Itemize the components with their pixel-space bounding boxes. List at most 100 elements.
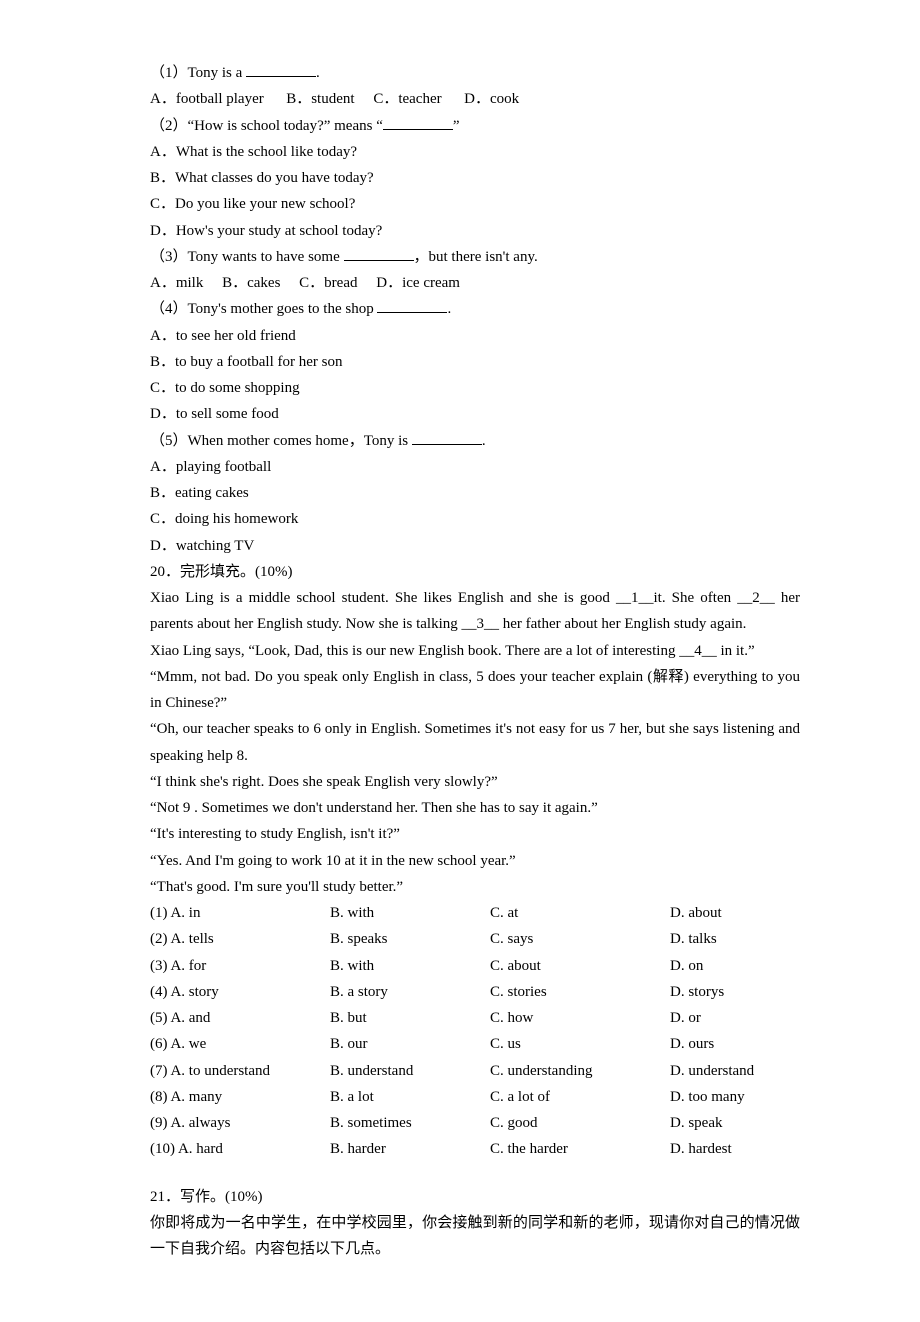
q20-p2: Xiao Ling says, “Look, Dad, this is our … (150, 638, 800, 664)
row-label: (7) (150, 1063, 168, 1079)
q19-5-opt-d: D．watching TV (150, 533, 800, 559)
q20-title: 20．完形填充。(10%) (150, 559, 800, 585)
row-label: (5) (150, 1010, 168, 1026)
q20-p3: “Mmm, not bad. Do you speak only English… (150, 664, 800, 717)
q19-4-opt-a: A．to see her old friend (150, 323, 800, 349)
q20-opt-row-5: (5) A. and B. but C. how D. or (150, 1005, 800, 1031)
q19-4-pre: （4）Tony's mother goes to the shop (150, 301, 377, 317)
row-label: (1) (150, 905, 168, 921)
q19-4-opt-d: D．to sell some food (150, 401, 800, 427)
opt-a: A. always (170, 1115, 230, 1131)
gap (150, 1163, 800, 1184)
row-label: (3) (150, 958, 168, 974)
opt-b: B．student (286, 91, 354, 107)
blank (377, 297, 447, 313)
opt-a: A. story (170, 984, 218, 1000)
q20-opt-row-8: (8) A. many B. a lot C. a lot of D. too … (150, 1084, 800, 1110)
opt-b: B. with (330, 900, 490, 926)
q20-opt-row-6: (6) A. we B. our C. us D. ours (150, 1031, 800, 1057)
q19-5-opt-c: C．doing his homework (150, 506, 800, 532)
opt-a: A. and (170, 1010, 210, 1026)
q20-opt-row-7: (7) A. to understand B. understand C. un… (150, 1058, 800, 1084)
opt-c: C. understanding (490, 1058, 670, 1084)
opt-b: B. a story (330, 979, 490, 1005)
opt-d: D. talks (670, 926, 810, 952)
q19-1-stem: （1）Tony is a . (150, 60, 800, 86)
q19-5-opt-b: B．eating cakes (150, 480, 800, 506)
opt-d: D．cook (464, 91, 519, 107)
opt-a: A. tells (170, 931, 213, 947)
blank (383, 114, 453, 130)
q19-5-post: . (482, 433, 486, 449)
blank (412, 429, 482, 445)
row-label: (10) (150, 1141, 175, 1157)
opt-d: D. about (670, 900, 810, 926)
opt-b: B. understand (330, 1058, 490, 1084)
opt-d: D. hardest (670, 1136, 810, 1162)
opt-a: A．milk (150, 275, 203, 291)
opt-a: A. to understand (170, 1063, 270, 1079)
q20-p5: “I think she's right. Does she speak Eng… (150, 769, 800, 795)
opt-c: C. stories (490, 979, 670, 1005)
opt-b: B. with (330, 953, 490, 979)
q19-2-pre: （2）“How is school today?” means “ (150, 118, 383, 134)
opt-c: C. about (490, 953, 670, 979)
q19-2-opt-a: A．What is the school like today? (150, 139, 800, 165)
opt-a: A．football player (150, 91, 264, 107)
opt-a: A. hard (178, 1141, 223, 1157)
opt-b: B. speaks (330, 926, 490, 952)
opt-b: B. but (330, 1005, 490, 1031)
q19-2-opt-b: B．What classes do you have today? (150, 165, 800, 191)
exam-page: （1）Tony is a . A．football player B．stude… (0, 0, 920, 1322)
q20-p9: “That's good. I'm sure you'll study bett… (150, 874, 800, 900)
q20-opt-row-4: (4) A. story B. a story C. stories D. st… (150, 979, 800, 1005)
opt-c: C. how (490, 1005, 670, 1031)
opt-d: D. ours (670, 1031, 810, 1057)
blank (246, 61, 316, 77)
q19-4-post: . (447, 301, 451, 317)
q19-2-post: ” (453, 118, 460, 134)
opt-b: B. our (330, 1031, 490, 1057)
opt-c: C. at (490, 900, 670, 926)
row-label: (9) (150, 1115, 168, 1131)
row-label: (2) (150, 931, 168, 947)
opt-b: B．cakes (222, 275, 280, 291)
q19-4-opt-b: B．to buy a football for her son (150, 349, 800, 375)
opt-c: C. the harder (490, 1136, 670, 1162)
q19-1-options: A．football player B．student C．teacher D．… (150, 86, 800, 112)
opt-d: D. understand (670, 1058, 810, 1084)
q19-2-opt-c: C．Do you like your new school? (150, 191, 800, 217)
q19-3-stem: （3）Tony wants to have some ，but there is… (150, 244, 800, 270)
q19-5-pre: （5）When mother comes home，Tony is (150, 433, 412, 449)
q21-prompt: 你即将成为一名中学生，在中学校园里，你会接触到新的同学和新的老师，现请你对自己的… (150, 1210, 800, 1263)
opt-c: C. a lot of (490, 1084, 670, 1110)
q20-opt-row-2: (2) A. tells B. speaks C. says D. talks (150, 926, 800, 952)
q20-opt-row-3: (3) A. for B. with C. about D. on (150, 953, 800, 979)
opt-d: D. storys (670, 979, 810, 1005)
opt-a: A. for (170, 958, 206, 974)
row-label: (8) (150, 1089, 168, 1105)
q19-2-opt-d: D．How's your study at school today? (150, 218, 800, 244)
q20-p4: “Oh, our teacher speaks to 6 only in Eng… (150, 716, 800, 769)
blank (344, 245, 414, 261)
row-label: (6) (150, 1036, 168, 1052)
q20-opt-row-10: (10) A. hard B. harder C. the harder D. … (150, 1136, 800, 1162)
q19-2-stem: （2）“How is school today?” means “ ” (150, 113, 800, 139)
opt-d: D. on (670, 953, 810, 979)
q20-p1: Xiao Ling is a middle school student. Sh… (150, 585, 800, 638)
q21-title: 21．写作。(10%) (150, 1184, 800, 1210)
q20-opt-row-1: (1) A. in B. with C. at D. about (150, 900, 800, 926)
opt-c: C. us (490, 1031, 670, 1057)
opt-a: A. many (170, 1089, 222, 1105)
opt-b: B. a lot (330, 1084, 490, 1110)
opt-c: C. says (490, 926, 670, 952)
q19-5-opt-a: A．playing football (150, 454, 800, 480)
q19-5-stem: （5）When mother comes home，Tony is . (150, 428, 800, 454)
opt-b: B. harder (330, 1136, 490, 1162)
opt-c: C．bread (299, 275, 357, 291)
q20-p6: “Not 9 . Sometimes we don't understand h… (150, 795, 800, 821)
row-label: (4) (150, 984, 168, 1000)
q20-p7: “It's interesting to study English, isn'… (150, 821, 800, 847)
opt-c: C．teacher (373, 91, 441, 107)
opt-d: D. or (670, 1005, 810, 1031)
